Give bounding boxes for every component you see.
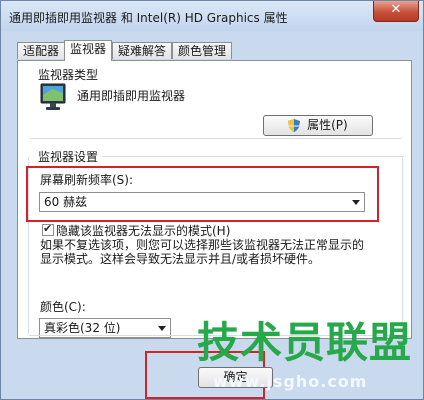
properties-button[interactable]: 属性(P)	[263, 115, 373, 136]
title-bar[interactable]: 通用即插即用监视器 和 Intel(R) HD Graphics 属性 ✕	[1, 1, 423, 31]
monitor-name: 通用即插即用监视器	[77, 89, 186, 103]
close-icon: ✕	[390, 2, 402, 17]
shield-icon	[288, 119, 301, 132]
tab-troubleshoot[interactable]: 疑难解答	[112, 42, 173, 59]
properties-button-label: 属性(P)	[307, 118, 348, 132]
tab-monitor[interactable]: 监视器	[64, 40, 113, 61]
properties-dialog: 通用即插即用监视器 和 Intel(R) HD Graphics 属性 ✕ 适配…	[0, 0, 424, 400]
monitor-icon	[40, 83, 66, 110]
refresh-rate-highlight	[26, 166, 379, 222]
tab-color-management[interactable]: 颜色管理	[172, 42, 233, 59]
window-title: 通用即插即用监视器 和 Intel(R) HD Graphics 属性	[9, 11, 288, 25]
watermark-logo: 技术员联盟	[197, 318, 413, 367]
tab-adapter[interactable]: 适配器	[17, 42, 66, 59]
watermark-url: www.jsgho.com	[213, 372, 368, 391]
close-button[interactable]: ✕	[373, 1, 419, 22]
